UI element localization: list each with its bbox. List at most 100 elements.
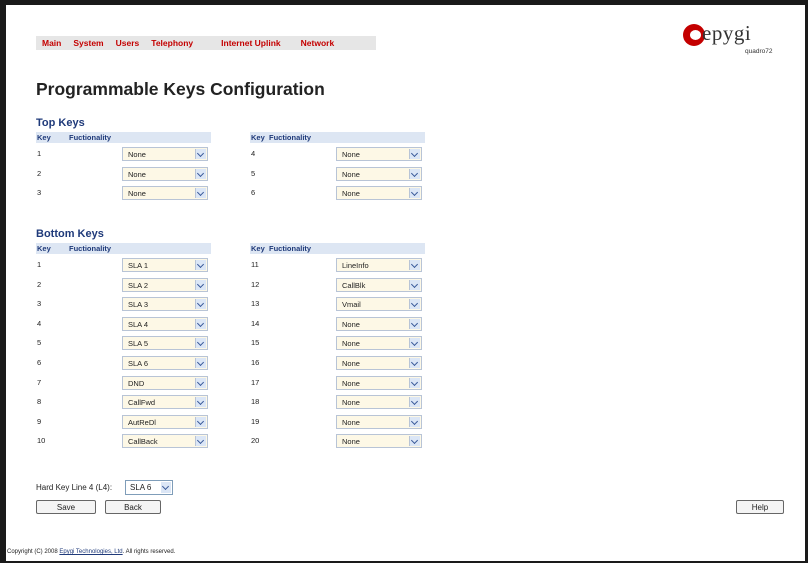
- functionality-select[interactable]: None: [336, 147, 422, 161]
- logo-model-text: quadro72: [745, 48, 773, 55]
- table-header: Key Fuctionality: [250, 132, 425, 143]
- chevron-down-icon[interactable]: [409, 318, 420, 329]
- chevron-down-icon[interactable]: [195, 168, 206, 179]
- chevron-down-icon[interactable]: [409, 279, 420, 290]
- select-value: None: [342, 378, 360, 388]
- functionality-select[interactable]: None: [336, 414, 422, 429]
- key-number: 2: [37, 279, 42, 289]
- functionality-select[interactable]: SLA 5: [122, 336, 208, 351]
- functionality-select[interactable]: None: [122, 147, 208, 161]
- functionality-select[interactable]: None: [336, 375, 422, 390]
- functionality-select[interactable]: Vmail: [336, 297, 422, 312]
- header-functionality: Fuctionality: [69, 244, 112, 253]
- bottom-keys-table-right: Key Fuctionality 11 LineInfo 12 CallBlk 13…: [250, 243, 425, 450]
- table-row: 3 None: [36, 182, 211, 202]
- chevron-down-icon[interactable]: [195, 149, 206, 159]
- key-number: 8: [37, 397, 42, 407]
- select-value: SLA 6: [128, 358, 149, 368]
- functionality-select[interactable]: None: [336, 186, 422, 201]
- key-number: 10: [37, 436, 46, 446]
- chevron-down-icon[interactable]: [195, 338, 206, 349]
- chevron-down-icon[interactable]: [195, 299, 206, 310]
- nav-system[interactable]: System: [73, 38, 103, 48]
- functionality-select[interactable]: None: [336, 316, 422, 331]
- page-title: Programmable Keys Configuration: [36, 79, 325, 99]
- key-number: 20: [251, 436, 260, 446]
- functionality-select[interactable]: SLA 2: [122, 277, 208, 292]
- chevron-down-icon[interactable]: [195, 377, 206, 388]
- functionality-select[interactable]: None: [336, 434, 422, 449]
- functionality-select[interactable]: SLA 1: [122, 258, 208, 272]
- top-keys-table-left: Key Fuctionality 1 None 2 None 3 None: [36, 132, 211, 202]
- chevron-down-icon[interactable]: [409, 397, 420, 408]
- functionality-select[interactable]: SLA 6: [122, 355, 208, 370]
- chevron-down-icon[interactable]: [195, 279, 206, 290]
- company-link[interactable]: Epygi Technologies, Ltd: [59, 549, 122, 555]
- select-value: None: [342, 358, 360, 368]
- table-row: 17 None: [250, 372, 425, 392]
- functionality-select[interactable]: None: [336, 336, 422, 351]
- functionality-select[interactable]: AutReDl: [122, 414, 208, 429]
- help-button[interactable]: Help: [736, 500, 784, 514]
- nav-main[interactable]: Main: [42, 38, 61, 48]
- functionality-select[interactable]: CallBack: [122, 434, 208, 449]
- chevron-down-icon[interactable]: [409, 149, 420, 159]
- chevron-down-icon[interactable]: [409, 377, 420, 388]
- chevron-down-icon[interactable]: [195, 416, 206, 427]
- key-number: 13: [251, 299, 260, 309]
- chevron-down-icon[interactable]: [195, 188, 206, 199]
- key-number: 5: [251, 168, 256, 178]
- table-row: 5 SLA 5: [36, 332, 211, 352]
- nav-telephony[interactable]: Telephony: [151, 38, 193, 48]
- window-border-top: [0, 0, 808, 5]
- hard-key-select[interactable]: SLA 6: [125, 480, 173, 495]
- chevron-down-icon[interactable]: [409, 260, 420, 270]
- chevron-down-icon[interactable]: [195, 318, 206, 329]
- key-number: 6: [251, 188, 256, 198]
- chevron-down-icon[interactable]: [161, 482, 171, 493]
- key-number: 2: [37, 168, 42, 178]
- key-number: 4: [251, 149, 256, 158]
- functionality-select[interactable]: CallFwd: [122, 395, 208, 410]
- functionality-select[interactable]: None: [336, 166, 422, 181]
- chevron-down-icon[interactable]: [409, 416, 420, 427]
- select-value: SLA 6: [130, 483, 152, 492]
- chevron-down-icon[interactable]: [409, 168, 420, 179]
- chevron-down-icon[interactable]: [409, 436, 420, 447]
- functionality-select[interactable]: None: [122, 166, 208, 181]
- functionality-select[interactable]: None: [122, 186, 208, 201]
- copyright-footer: Copyright (C) 2008 Epygi Technologies, L…: [7, 549, 175, 555]
- nav-users[interactable]: Users: [116, 38, 140, 48]
- chevron-down-icon[interactable]: [195, 436, 206, 447]
- key-number: 19: [251, 416, 260, 426]
- chevron-down-icon[interactable]: [195, 397, 206, 408]
- functionality-select[interactable]: None: [336, 355, 422, 370]
- chevron-down-icon[interactable]: [409, 188, 420, 199]
- key-number: 9: [37, 416, 42, 426]
- key-number: 3: [37, 188, 42, 198]
- table-row: 6 SLA 6: [36, 352, 211, 372]
- functionality-select[interactable]: LineInfo: [336, 258, 422, 272]
- table-row: 8 CallFwd: [36, 391, 211, 411]
- chevron-down-icon[interactable]: [409, 338, 420, 349]
- select-value: SLA 5: [128, 339, 149, 349]
- chevron-down-icon[interactable]: [195, 260, 206, 270]
- nav-internet-uplink[interactable]: Internet Uplink: [221, 38, 281, 48]
- functionality-select[interactable]: SLA 3: [122, 297, 208, 312]
- nav-network[interactable]: Network: [301, 38, 335, 48]
- key-number: 12: [251, 279, 260, 289]
- table-row: 10 CallBack: [36, 430, 211, 450]
- table-header: Key Fuctionality: [36, 132, 211, 143]
- chevron-down-icon[interactable]: [195, 357, 206, 368]
- functionality-select[interactable]: CallBlk: [336, 277, 422, 292]
- chevron-down-icon[interactable]: [409, 299, 420, 310]
- functionality-select[interactable]: DND: [122, 375, 208, 390]
- save-button[interactable]: Save: [36, 500, 96, 514]
- chevron-down-icon[interactable]: [409, 357, 420, 368]
- header-key: Key: [251, 244, 265, 253]
- select-value: Vmail: [342, 300, 361, 310]
- key-number: 14: [251, 318, 260, 328]
- functionality-select[interactable]: SLA 4: [122, 316, 208, 331]
- functionality-select[interactable]: None: [336, 395, 422, 410]
- back-button[interactable]: Back: [105, 500, 161, 514]
